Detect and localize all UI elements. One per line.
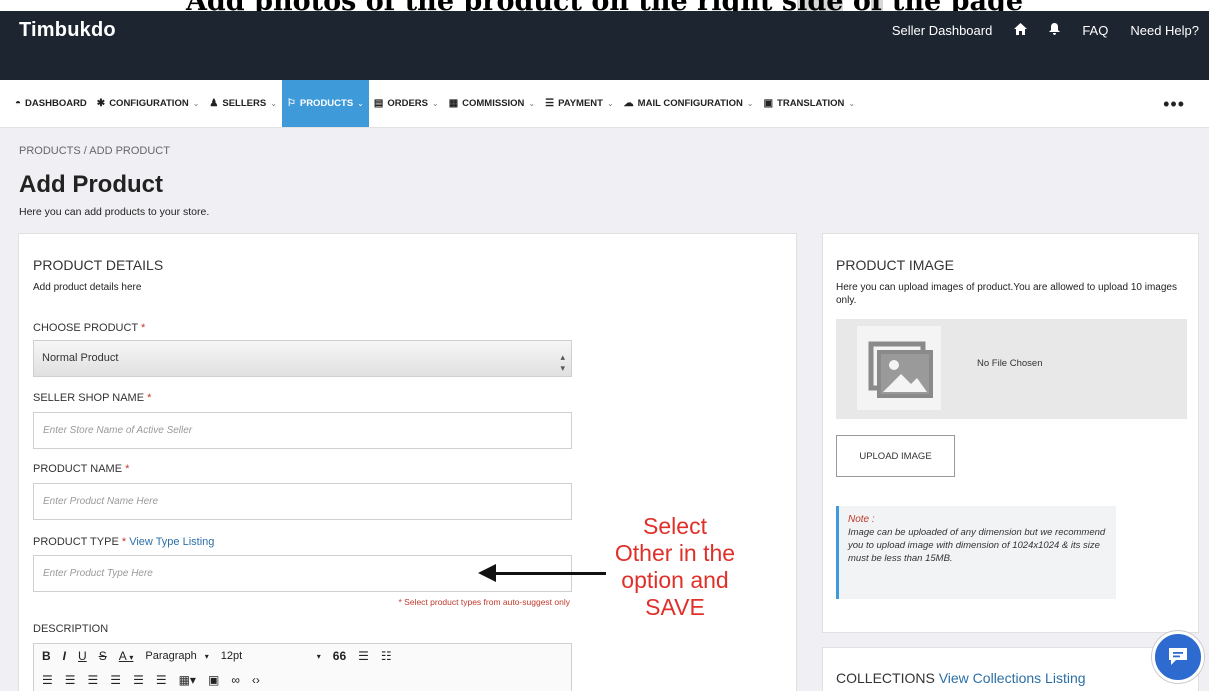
note-title: Note : xyxy=(848,514,875,525)
seller-dashboard-link[interactable]: Seller Dashboard xyxy=(892,23,992,38)
header-actions: Seller Dashboard FAQ Need Help? xyxy=(892,22,1199,39)
chat-icon xyxy=(1169,648,1187,665)
need-help-link[interactable]: Need Help? xyxy=(1130,23,1199,38)
paragraph-format-select[interactable]: Paragraph ▾ xyxy=(145,650,208,662)
nav-dashboard[interactable]: ◓ Dashboard xyxy=(10,80,92,127)
gear-icon: ✱ xyxy=(96,98,106,109)
blockquote-button[interactable]: 66 xyxy=(333,649,346,663)
annotation-callout: Select Other in the option and SAVE xyxy=(614,513,736,620)
dropdown-caret-icon: ▾ xyxy=(316,651,321,661)
product-type-hint: * Select product types from auto-suggest… xyxy=(398,597,570,607)
collections-card: COLLECTIONS View Collections Listing xyxy=(822,647,1199,691)
nav-payment[interactable]: ☰ Payment ⌄ xyxy=(540,80,619,127)
chevron-down-icon: ⌄ xyxy=(270,99,277,108)
product-image-card: PRODUCT IMAGE Here you can upload images… xyxy=(822,233,1199,633)
instruction-caption: Add photos of the product on the right s… xyxy=(0,0,1209,11)
bold-button[interactable]: B xyxy=(42,649,51,663)
translation-icon: ▣ xyxy=(763,98,774,109)
align-justify-icon[interactable]: ☰ xyxy=(110,673,121,687)
dropdown-caret-icon: ▾ xyxy=(204,651,209,661)
dropdown-caret-icon: ▾ xyxy=(129,653,134,662)
align-left-icon[interactable]: ☰ xyxy=(42,673,53,687)
align-right-icon[interactable]: ☰ xyxy=(88,673,99,687)
editor-toolbar-row-1: B I U S A ▾ Paragraph ▾ 12pt ▾ 66 ☰ ☷ xyxy=(34,644,571,668)
product-details-card: PRODUCT DETAILS Add product details here… xyxy=(18,233,797,691)
seller-shop-name-label: SELLER SHOP NAME * xyxy=(33,392,152,404)
chevron-down-icon: ⌄ xyxy=(528,99,536,108)
choose-product-select[interactable]: Normal Product ▴ ▾ xyxy=(33,340,572,377)
bell-icon[interactable] xyxy=(1049,22,1061,39)
upload-image-button[interactable]: UPLOAD IMAGE xyxy=(836,435,955,477)
image-dropzone[interactable]: No File Chosen xyxy=(836,319,1187,419)
nav-products[interactable]: ⚐ Products ⌄ xyxy=(281,80,369,127)
view-collections-listing-link[interactable]: View Collections Listing xyxy=(939,670,1086,686)
chevron-down-icon: ⌄ xyxy=(431,99,439,108)
product-image-title: PRODUCT IMAGE xyxy=(836,257,954,273)
breadcrumb[interactable]: PRODUCTS / ADD PRODUCT xyxy=(19,145,170,157)
product-image-subtitle: Here you can upload images of product.Yo… xyxy=(836,282,1177,306)
nav-translation[interactable]: ▣ Translation ⌄ xyxy=(759,80,861,127)
outdent-icon[interactable]: ☰ xyxy=(156,673,167,687)
chevron-down-icon: ⌄ xyxy=(606,99,614,108)
align-center-icon[interactable]: ☰ xyxy=(65,673,76,687)
link-icon[interactable]: ∞ xyxy=(231,673,240,687)
commission-icon: ▦ xyxy=(448,98,459,109)
payment-icon: ☰ xyxy=(545,98,555,109)
table-icon[interactable]: ▦▾ xyxy=(179,673,196,687)
product-details-title: PRODUCT DETAILS xyxy=(33,257,164,273)
description-editor[interactable]: B I U S A ▾ Paragraph ▾ 12pt ▾ 66 ☰ ☷ ☰ ☰ … xyxy=(33,643,572,691)
text-color-button[interactable]: A ▾ xyxy=(119,649,134,663)
note-body: Image can be uploaded of any dimension b… xyxy=(848,527,1106,564)
select-arrows-icon: ▴ ▾ xyxy=(560,352,565,373)
product-name-label: PRODUCT NAME * xyxy=(33,463,130,475)
chat-button[interactable] xyxy=(1152,631,1204,683)
home-icon[interactable] xyxy=(1014,22,1028,39)
view-type-listing-link[interactable]: View Type Listing xyxy=(129,536,214,548)
code-icon[interactable]: ‹› xyxy=(252,673,260,687)
page-subtitle: Here you can add products to your store. xyxy=(19,206,210,218)
orders-icon: ▤ xyxy=(373,98,384,109)
brand-logo[interactable]: Timbukdo xyxy=(19,19,116,42)
numbered-list-icon[interactable]: ☷ xyxy=(381,649,392,663)
main-nav: ◓ Dashboard ✱ Configuration ⌄ ♟ Sellers ⌄ ⚐ Pr… xyxy=(0,80,1209,128)
image-placeholder-icon xyxy=(857,326,941,410)
image-note: Note : Image can be uploaded of any dime… xyxy=(836,506,1116,599)
faq-link[interactable]: FAQ xyxy=(1082,23,1108,38)
nav-sellers[interactable]: ♟ Sellers ⌄ xyxy=(204,80,281,127)
description-label: DESCRIPTION xyxy=(33,623,109,635)
nav-mail-configuration[interactable]: ☁ Mail Configuration ⌄ xyxy=(619,80,759,127)
collections-title: COLLECTIONS View Collections Listing xyxy=(836,670,1086,686)
chevron-down-icon: ⌄ xyxy=(192,99,200,108)
nav-configuration[interactable]: ✱ Configuration ⌄ xyxy=(92,80,205,127)
italic-button[interactable]: I xyxy=(63,649,66,663)
bullet-list-icon[interactable]: ☰ xyxy=(358,649,369,663)
product-type-label: PRODUCT TYPE * View Type Listing xyxy=(33,536,215,548)
annotation-arrow-icon xyxy=(478,564,496,582)
media-icon[interactable]: ▣ xyxy=(208,673,219,687)
strikethrough-button[interactable]: S xyxy=(99,649,107,663)
top-header: Timbukdo Seller Dashboard FAQ Need Help? xyxy=(0,10,1209,80)
chevron-down-icon: ⌄ xyxy=(848,99,856,108)
editor-toolbar-row-2: ☰ ☰ ☰ ☰ ☰ ☰ ▦▾ ▣ ∞ ‹› xyxy=(34,668,571,691)
no-file-chosen-text: No File Chosen xyxy=(977,358,1043,369)
indent-icon[interactable]: ☰ xyxy=(133,673,144,687)
nav-commission[interactable]: ▦ Commission ⌄ xyxy=(444,80,540,127)
seller-shop-name-input[interactable]: Enter Store Name of Active Seller xyxy=(33,412,572,449)
users-icon: ♟ xyxy=(209,98,219,109)
dashboard-icon: ◓ xyxy=(15,98,22,109)
font-size-select[interactable]: 12pt ▾ xyxy=(221,650,321,662)
annotation-arrow-line xyxy=(492,572,606,575)
nav-orders[interactable]: ▤ Orders ⌄ xyxy=(369,80,444,127)
mail-icon: ☁ xyxy=(623,98,634,109)
tag-icon: ⚐ xyxy=(286,98,296,109)
page-title: Add Product xyxy=(19,171,163,198)
chevron-down-icon: ⌄ xyxy=(746,99,754,108)
chevron-down-icon: ⌄ xyxy=(357,99,364,108)
product-details-subtitle: Add product details here xyxy=(33,282,142,293)
more-menu-icon[interactable]: ••• xyxy=(1163,94,1185,115)
underline-button[interactable]: U xyxy=(78,649,87,663)
choose-product-label: CHOOSE PRODUCT * xyxy=(33,322,146,334)
product-name-input[interactable]: Enter Product Name Here xyxy=(33,483,572,520)
